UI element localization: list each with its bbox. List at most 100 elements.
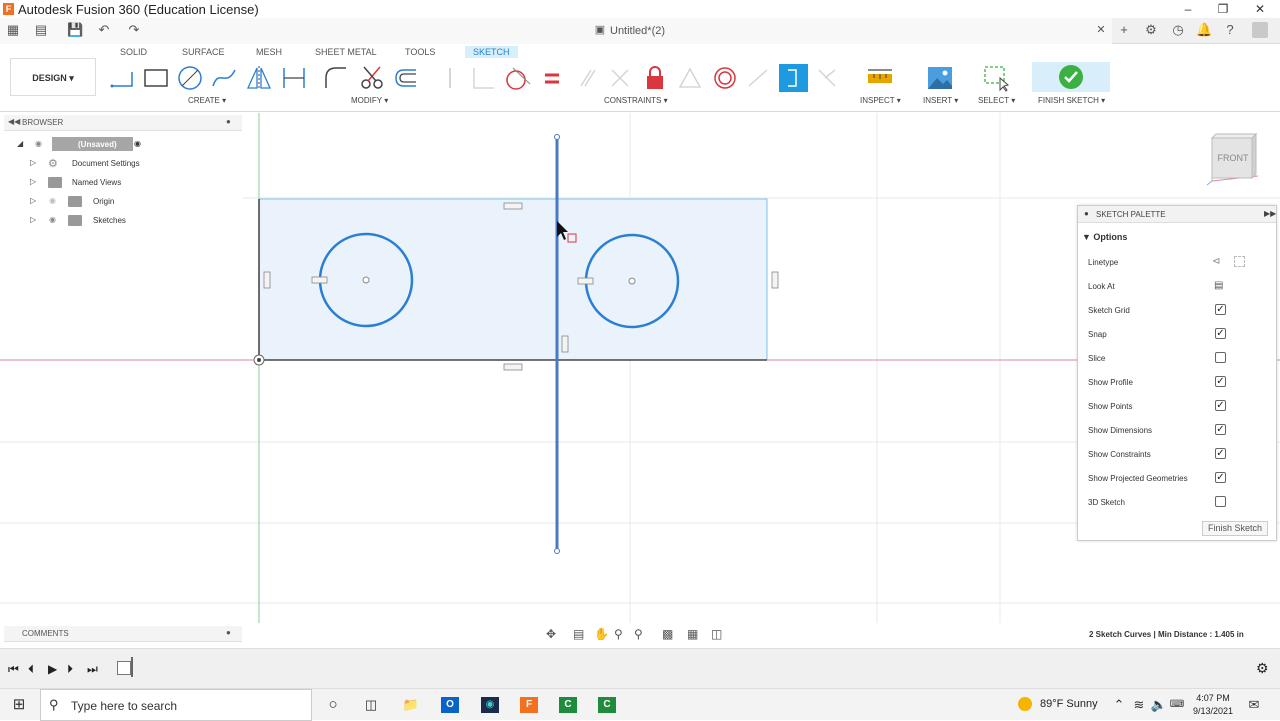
- show-projected-geometries-checkbox[interactable]: ✓: [1215, 472, 1226, 483]
- timeline-sketch-feature-icon[interactable]: [117, 661, 131, 675]
- outlook-icon[interactable]: O: [441, 697, 459, 713]
- construction-toggle-icon[interactable]: [778, 64, 808, 92]
- show-hidden-icons-chevron-icon[interactable]: ⌃: [1110, 697, 1128, 713]
- volume-icon[interactable]: 🔈: [1150, 697, 1168, 713]
- construction-linetype-icon[interactable]: ⊲: [1212, 256, 1220, 267]
- taskbar-clock[interactable]: 4:07 PM 9/13/2021: [1188, 692, 1238, 718]
- parallel-constraint-icon[interactable]: [575, 64, 599, 92]
- file-explorer-icon[interactable]: 📁: [402, 697, 420, 713]
- viewcube-face-label[interactable]: FRONT: [1214, 153, 1252, 163]
- concentric-constraint-icon[interactable]: [711, 64, 739, 92]
- palette-pin-icon[interactable]: ●: [1084, 209, 1089, 218]
- options-section-toggle[interactable]: ▼ Options: [1082, 232, 1127, 242]
- line-endpoint[interactable]: [554, 548, 560, 554]
- insert-menu[interactable]: INSERT ▾: [923, 96, 958, 105]
- fillet-tool-icon[interactable]: [322, 64, 350, 92]
- inspect-menu[interactable]: INSPECT ▾: [860, 96, 901, 105]
- slice-checkbox[interactable]: [1215, 352, 1226, 363]
- expand-triangle-icon[interactable]: ▷: [30, 177, 36, 186]
- comments-pin-icon[interactable]: ●: [226, 628, 231, 637]
- symmetry-constraint-icon[interactable]: [746, 64, 770, 92]
- go-to-start-icon[interactable]: ⏮: [8, 662, 19, 677]
- minimize-button[interactable]: –: [1168, 0, 1208, 18]
- visibility-eye-icon[interactable]: ◉: [49, 215, 56, 224]
- measure-ruler-icon[interactable]: [866, 64, 894, 92]
- line-endpoint[interactable]: [554, 134, 560, 140]
- finish-sketch-button[interactable]: [1032, 62, 1110, 92]
- browser-item-named-views[interactable]: ▷ Named Views: [0, 174, 243, 192]
- tab-solid[interactable]: SOLID: [120, 47, 147, 57]
- circle-center-point[interactable]: [362, 276, 370, 284]
- vertical-constraint-glyph[interactable]: [561, 335, 569, 353]
- hidden-eye-icon[interactable]: ◉: [49, 196, 56, 205]
- undo-icon[interactable]: ↶: [96, 22, 112, 38]
- snap-checkbox[interactable]: ✓: [1215, 328, 1226, 339]
- windows-start-icon[interactable]: ⊞: [10, 697, 28, 713]
- spline-tool-icon[interactable]: [210, 64, 238, 92]
- fusion-360-taskbar-icon[interactable]: F: [520, 697, 538, 713]
- camtasia-icon[interactable]: C: [559, 697, 577, 713]
- create-menu[interactable]: CREATE ▾: [188, 96, 226, 105]
- app-grid-icon[interactable]: ▦: [5, 22, 21, 38]
- sketch-rectangle[interactable]: [258, 198, 768, 361]
- sketch-palette-header[interactable]: ● SKETCH PALETTE ▶▶: [1078, 206, 1276, 223]
- new-tab-icon[interactable]: +: [1116, 22, 1132, 38]
- collapse-triangle-icon[interactable]: ◢: [17, 139, 23, 148]
- tab-sheet-metal[interactable]: SHEET METAL: [315, 47, 377, 57]
- fit-zoom-icon[interactable]: ⚲: [634, 627, 643, 641]
- fix-lock-icon[interactable]: [643, 64, 667, 92]
- zoom-icon[interactable]: ⚲: [614, 627, 623, 641]
- dimension-tool-icon[interactable]: [280, 64, 308, 92]
- play-icon[interactable]: ▶: [48, 662, 57, 676]
- look-at-icon[interactable]: ▤: [1214, 280, 1223, 291]
- maximize-button[interactable]: ❐: [1203, 0, 1243, 18]
- insert-image-icon[interactable]: [926, 64, 954, 92]
- expand-triangle-icon[interactable]: ▷: [30, 158, 36, 167]
- select-window-icon[interactable]: [982, 64, 1010, 92]
- browser-item-sketches[interactable]: ▷ ◉ Sketches: [0, 212, 243, 230]
- vertical-constraint-glyph[interactable]: [263, 271, 271, 289]
- show-dimensions-checkbox[interactable]: ✓: [1215, 424, 1226, 435]
- coincident-constraint-icon[interactable]: [440, 64, 460, 92]
- save-icon[interactable]: 💾: [67, 22, 83, 38]
- trim-scissors-icon[interactable]: [358, 64, 386, 92]
- rectangle-tool-icon[interactable]: [142, 64, 170, 92]
- viewports-icon[interactable]: ◫: [711, 627, 722, 641]
- app-icon[interactable]: ◉: [481, 697, 499, 713]
- horizontal-constraint-glyph[interactable]: [503, 202, 523, 210]
- select-menu[interactable]: SELECT ▾: [978, 96, 1015, 105]
- orbit-icon[interactable]: ✥: [546, 627, 556, 641]
- document-tab[interactable]: [0, 18, 1112, 44]
- tangent-constraint-icon[interactable]: [503, 64, 531, 92]
- 3d-sketch-checkbox[interactable]: [1215, 496, 1226, 507]
- timeline-marker[interactable]: [131, 657, 133, 677]
- perpendicular-constraint-icon[interactable]: [608, 64, 632, 92]
- modify-menu[interactable]: MODIFY ▾: [351, 96, 388, 105]
- collinear-constraint-icon[interactable]: [470, 64, 496, 92]
- collapse-browser-icon[interactable]: ◀◀: [8, 117, 20, 126]
- equal-constraint-glyph[interactable]: [577, 277, 594, 285]
- browser-header[interactable]: ◀◀ BROWSER ●: [4, 115, 242, 131]
- browser-item-origin[interactable]: ▷ ◉ Origin: [0, 193, 243, 211]
- horizontal-constraint-glyph[interactable]: [503, 363, 523, 371]
- browser-item-document-settings[interactable]: ▷ ⚙ Document Settings: [0, 155, 243, 173]
- visibility-eye-icon[interactable]: ◉: [35, 139, 42, 148]
- equal-constraint-glyph[interactable]: [311, 276, 328, 284]
- offset-tool-icon[interactable]: [392, 64, 420, 92]
- browser-pin-icon[interactable]: ●: [226, 117, 231, 126]
- finish-sketch-menu[interactable]: FINISH SKETCH ▾: [1038, 96, 1105, 105]
- keyboard-icon[interactable]: ⌨: [1168, 697, 1186, 713]
- display-settings-icon[interactable]: ▩: [662, 627, 673, 641]
- weather-sun-icon[interactable]: [1018, 697, 1032, 711]
- camtasia-recorder-icon[interactable]: C: [598, 697, 616, 713]
- circle-tool-icon[interactable]: [176, 64, 204, 92]
- browser-item-root[interactable]: ◢ ◉ (Unsaved) ◉: [0, 136, 243, 154]
- collapse-palette-icon[interactable]: ▶▶: [1264, 209, 1276, 218]
- equal-constraint-icon[interactable]: [540, 64, 564, 92]
- grid-settings-icon[interactable]: ▦: [687, 627, 698, 641]
- user-avatar[interactable]: [1252, 22, 1268, 38]
- weather-text[interactable]: 89°F Sunny: [1040, 698, 1098, 710]
- action-center-icon[interactable]: ✉: [1245, 697, 1263, 713]
- wifi-icon[interactable]: ≋: [1130, 697, 1148, 713]
- expand-triangle-icon[interactable]: ▷: [30, 215, 36, 224]
